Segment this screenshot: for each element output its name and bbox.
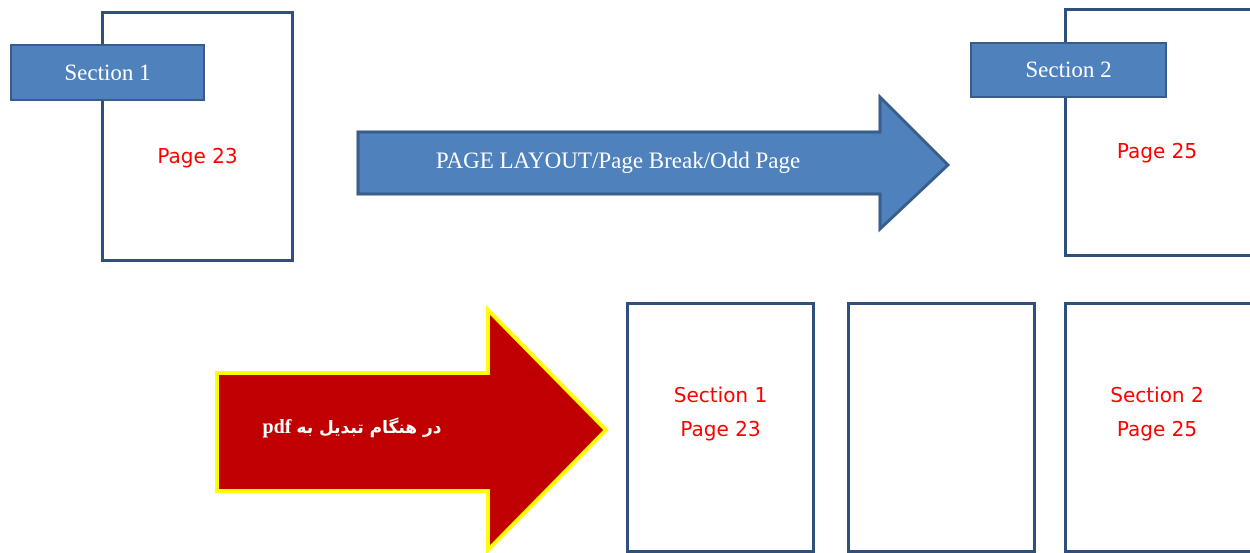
pdf-page-3-page: Page 25 xyxy=(1116,417,1198,441)
pdf-page-1-page: Page 23 xyxy=(680,417,761,441)
pdf-word: pdf xyxy=(262,416,292,438)
pdf-page-3-section: Section 2 xyxy=(1110,383,1204,407)
pdf-page-1-section: Section 1 xyxy=(673,383,768,407)
conversion-phrase: در هنگام تبدیل به xyxy=(296,418,442,438)
pdf-page-1-text: Section 1 Page 23 xyxy=(626,378,815,446)
pdf-conversion-arrow xyxy=(215,305,609,553)
pdf-page-2-blank xyxy=(847,302,1036,553)
pdf-conversion-arrow-label: pdf در هنگام تبدیل به xyxy=(217,416,487,439)
pdf-page-3-text: Section 2 Page 25 xyxy=(1064,378,1250,446)
